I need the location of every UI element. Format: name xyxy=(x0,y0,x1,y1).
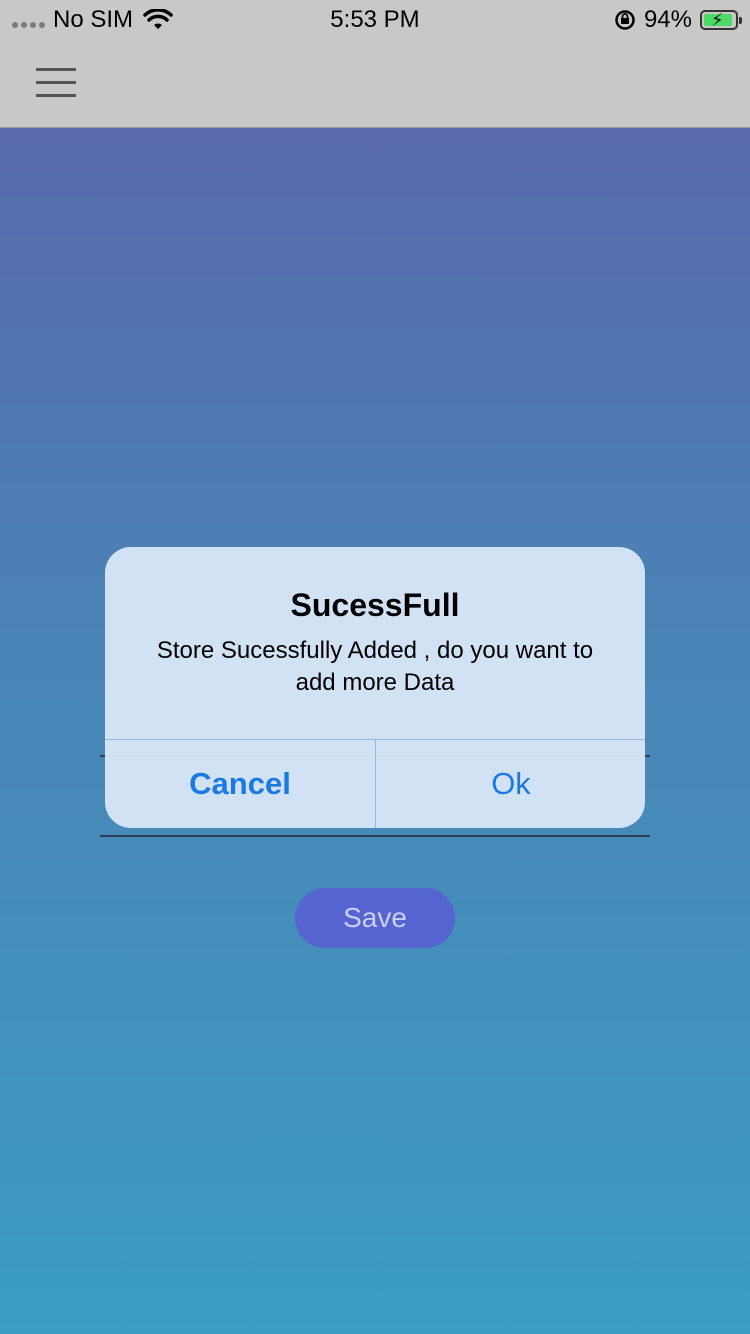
nav-bar xyxy=(0,40,750,128)
rotation-lock-icon xyxy=(615,10,635,30)
cancel-button[interactable]: Cancel xyxy=(105,740,375,828)
hamburger-icon[interactable] xyxy=(36,68,76,98)
status-bar: No SIM 5:53 PM 94% ⚡ xyxy=(0,0,750,40)
battery-percent: 94% xyxy=(643,6,692,33)
alert-dialog: SucessFull Store Sucessfully Added , do … xyxy=(105,547,645,828)
status-right: 94% ⚡ xyxy=(614,6,742,34)
save-button[interactable]: Save xyxy=(295,888,455,948)
charging-bolt-icon: ⚡ xyxy=(711,10,724,30)
battery-icon: ⚡ xyxy=(700,10,742,30)
input-underline-2[interactable] xyxy=(100,835,650,837)
alert-title: SucessFull xyxy=(290,587,460,623)
alert-message: Store Sucessfully Added , do you want to… xyxy=(156,637,594,696)
ok-button[interactable]: Ok xyxy=(376,740,645,828)
